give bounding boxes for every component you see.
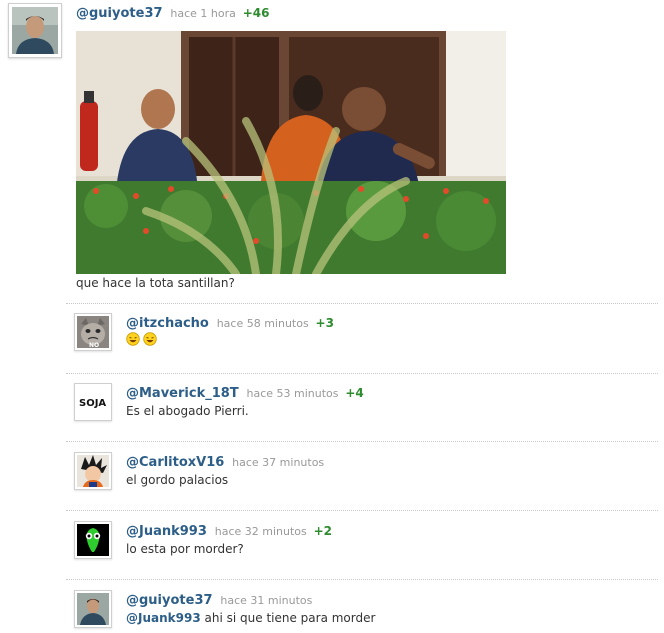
man-photo-icon <box>77 593 109 625</box>
comment-timestamp: hace 31 minutos <box>220 594 313 607</box>
comment-divider <box>66 579 658 580</box>
post-caption: que hace la tota santillan? <box>76 276 235 290</box>
comment-username-link[interactable]: @guiyote37 <box>126 593 213 608</box>
comment-vote-count: +2 <box>313 524 332 538</box>
comment-body: @Juank993 ahi si que tiene para morder <box>126 609 375 627</box>
goku-avatar-icon <box>77 455 109 487</box>
grumpy-cat-icon: NO <box>77 316 109 348</box>
comment-username-link[interactable]: @Juank993 <box>126 524 207 539</box>
soja-logo-icon: SOJA <box>77 386 109 418</box>
post-timestamp: hace 1 hora <box>170 7 236 20</box>
post-author-avatar[interactable] <box>8 3 62 58</box>
comment-username-link[interactable]: @itzchacho <box>126 316 209 331</box>
comment-avatar[interactable]: SOJA <box>74 383 112 421</box>
comment-header: @guiyote37 hace 31 minutos <box>126 591 315 610</box>
comment-body <box>126 332 160 351</box>
comment-username-link[interactable]: @CarlitoxV16 <box>126 455 224 470</box>
comment-body: Es el abogado Pierri. <box>126 404 249 418</box>
comment-username-link[interactable]: @Maverick_18T <box>126 386 239 401</box>
comment-timestamp: hace 58 minutos <box>216 317 309 330</box>
comment-timestamp: hace 32 minutos <box>214 525 307 538</box>
laughing-emoji-icon <box>126 332 140 351</box>
comment-body-text: ahi si que tiene para morder <box>204 611 376 625</box>
comment-divider <box>66 373 658 374</box>
comment-timestamp: hace 37 minutos <box>232 456 325 469</box>
green-alien-icon <box>77 524 109 556</box>
comment-vote-count: +4 <box>345 386 364 400</box>
comment-avatar[interactable] <box>74 521 112 559</box>
post-vote-count: +46 <box>242 6 270 20</box>
comment-body: el gordo palacios <box>126 473 229 487</box>
comment-divider <box>66 441 658 442</box>
comment-avatar[interactable] <box>74 452 112 490</box>
comment-divider <box>66 303 658 304</box>
comment-divider <box>66 510 658 511</box>
comment-vote-count: +3 <box>315 316 334 330</box>
comment-header: @CarlitoxV16 hace 37 minutos <box>126 453 327 472</box>
laughing-emoji-icon <box>143 332 157 351</box>
comment-timestamp: hace 53 minutos <box>246 387 339 400</box>
comment-header: @Juank993 hace 32 minutos +2 <box>126 522 332 541</box>
post-header: @guiyote37 hace 1 hora +46 <box>76 4 269 23</box>
comment-avatar[interactable]: NO <box>74 313 112 351</box>
mention-link[interactable]: @Juank993 <box>126 611 201 625</box>
comment-header: @itzchacho hace 58 minutos +3 <box>126 314 334 333</box>
comment-body: lo esta por morder? <box>126 542 244 556</box>
svg-text:NO: NO <box>89 342 99 348</box>
comment-header: @Maverick_18T hace 53 minutos +4 <box>126 384 364 403</box>
post-photo[interactable] <box>76 31 506 274</box>
post-username-link[interactable]: @guiyote37 <box>76 6 163 21</box>
svg-text:SOJA: SOJA <box>79 398 106 409</box>
comment-avatar[interactable] <box>74 590 112 628</box>
